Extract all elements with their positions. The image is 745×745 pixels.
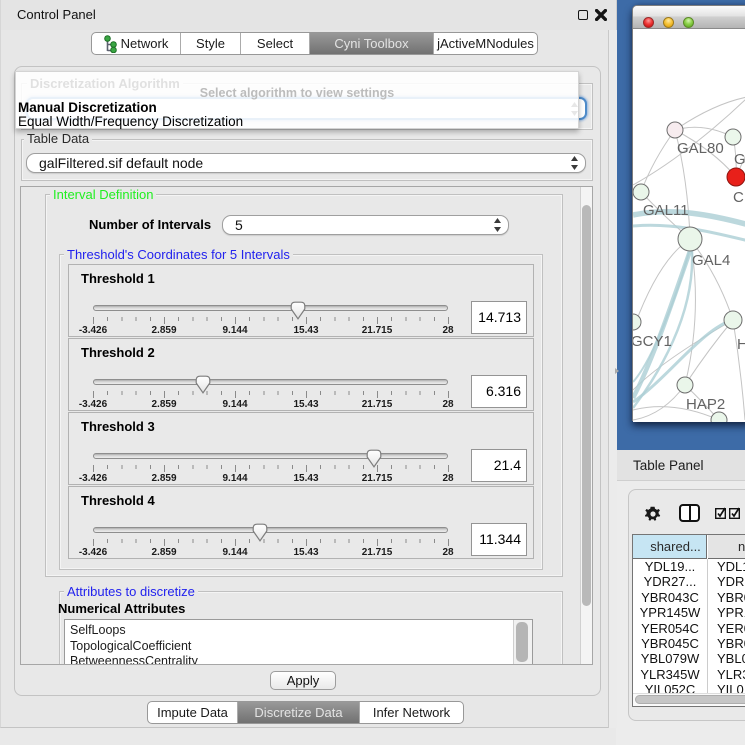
svg-text:HAP2: HAP2 [686,396,725,413]
svg-text:GA: GA [734,151,745,168]
svg-text:H: H [737,336,745,353]
svg-text:C: C [733,189,744,206]
svg-text:GCY1: GCY1 [633,333,672,350]
svg-text:GAL4: GAL4 [692,252,730,269]
svg-text:GAL11: GAL11 [643,202,689,219]
svg-text:GAL80: GAL80 [677,140,724,157]
